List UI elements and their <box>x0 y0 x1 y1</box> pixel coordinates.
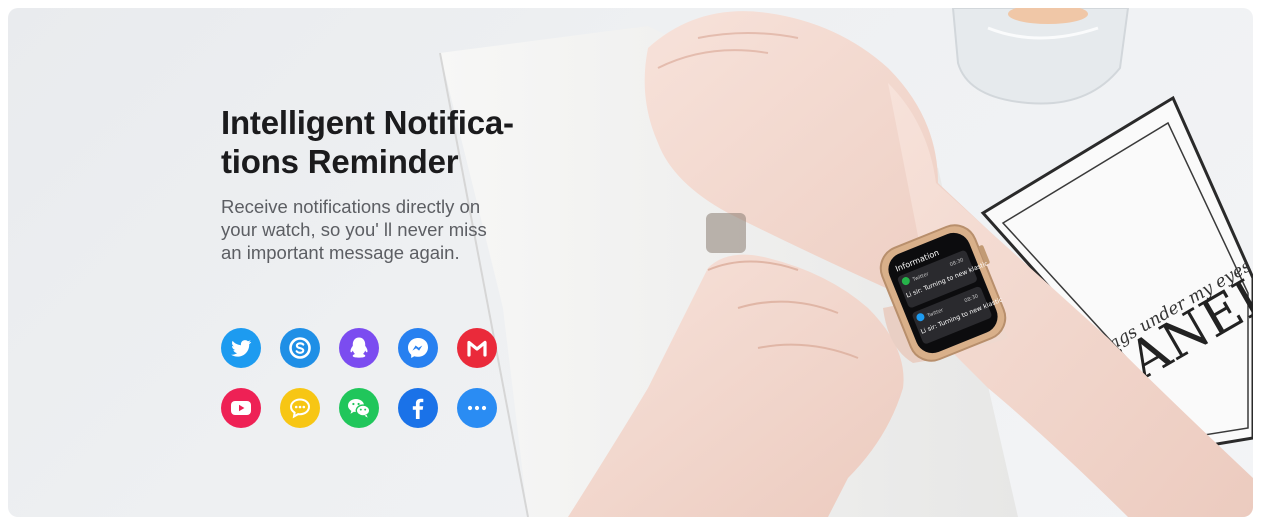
gmail-icon <box>457 328 497 368</box>
headline: Intelligent Notifica- tions Reminder <box>221 103 581 181</box>
facebook-icon <box>398 388 438 428</box>
messenger-icon <box>398 328 438 368</box>
more-icon <box>457 388 497 428</box>
headline-line-2: tions Reminder <box>221 143 459 180</box>
glass <box>951 8 1130 105</box>
qq-icon <box>339 328 379 368</box>
app-icon-row-2 <box>221 388 511 428</box>
notifications-banner: e bags under my eyes are HANEL <box>8 8 1253 517</box>
feature-copy: Intelligent Notifica- tions Reminder Rec… <box>221 103 581 264</box>
description-line-3: an important message again. <box>221 242 460 263</box>
message-icon <box>280 388 320 428</box>
skype-icon <box>280 328 320 368</box>
product-photo: e bags under my eyes are HANEL <box>439 8 1253 517</box>
twitter-icon <box>221 328 261 368</box>
app-icon-row-1 <box>221 328 511 368</box>
description-line-1: Receive notifications directly on <box>221 196 481 217</box>
wechat-icon <box>339 388 379 428</box>
app-icon-grid <box>221 328 511 448</box>
description-line-2: your watch, so you' ll never miss <box>221 219 487 240</box>
youtube-icon <box>221 388 261 428</box>
description: Receive notifications directly on your w… <box>221 195 581 264</box>
headline-line-1: Intelligent Notifica- <box>221 104 514 141</box>
